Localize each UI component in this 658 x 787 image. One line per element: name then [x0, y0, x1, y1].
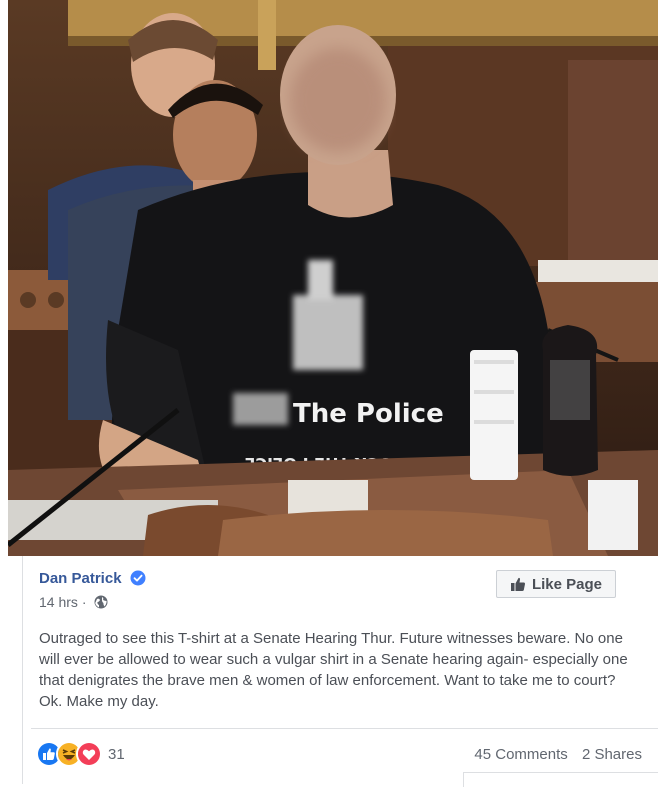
reaction-count: 31	[108, 745, 125, 763]
post-meta: 14 hrs ·	[39, 594, 108, 610]
thumbs-up-icon	[510, 577, 525, 591]
like-page-button[interactable]: Like Page	[496, 570, 616, 598]
shares-count-link[interactable]: 2 Shares	[582, 746, 642, 763]
divider	[31, 728, 658, 729]
author-name-link[interactable]: Dan Patrick	[39, 570, 122, 587]
engagement-stats: 45 Comments 2 Shares	[464, 746, 642, 763]
post-details: Dan Patrick 14 hrs · Like Page Outraged …	[22, 556, 658, 784]
bottom-edge-box	[463, 772, 658, 787]
verified-badge-icon	[130, 570, 146, 586]
like-page-label: Like Page	[531, 575, 603, 593]
author-row: Dan Patrick	[39, 570, 146, 588]
meta-separator: ·	[81, 594, 87, 610]
post-card: Dan Patrick 14 hrs · Like Page Outraged …	[8, 556, 658, 784]
shirt-text: The Police	[293, 399, 444, 429]
post-photo[interactable]: The Police FUCK THE POLICE	[8, 0, 658, 556]
post-timestamp-link[interactable]: 14 hrs	[39, 594, 78, 610]
post-text: Outraged to see this T-shirt at a Senate…	[39, 630, 628, 710]
comments-count-link[interactable]: 45 Comments	[474, 746, 567, 763]
reactions-summary[interactable]: 31	[36, 741, 125, 767]
globe-icon	[94, 595, 108, 609]
love-icon	[76, 741, 102, 767]
senate-hearing-photo: The Police FUCK THE POLICE	[8, 0, 658, 556]
